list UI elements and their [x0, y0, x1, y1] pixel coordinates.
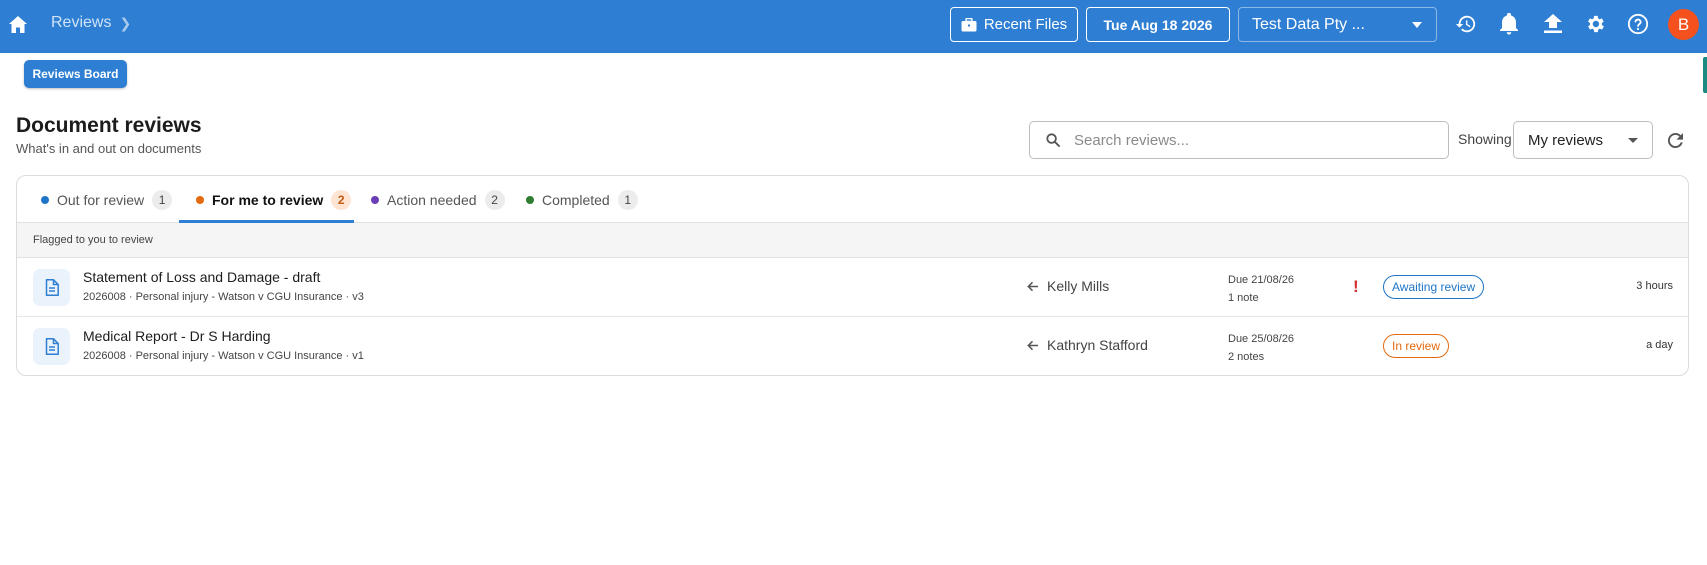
settings-gear-icon[interactable]: [1583, 12, 1607, 36]
tab-out-for-review[interactable]: Out for review 1: [41, 176, 173, 223]
caret-down-icon: [1412, 22, 1422, 28]
status-badge: In review: [1383, 334, 1450, 358]
notifications-bell-icon[interactable]: [1497, 12, 1521, 36]
briefcase-icon: [961, 17, 977, 31]
document-meta: 2026008 · Personal injury - Watson v CGU…: [83, 291, 364, 303]
top-app-bar: Reviews ❯ Recent Files Tue Aug 18 2026 T…: [0, 0, 1707, 53]
reviews-panel: Out for review 1 For me to review 2 Acti…: [16, 175, 1689, 376]
showing-label: Showing: [1458, 131, 1512, 147]
due-info: Due 21/08/26 1 note: [1228, 271, 1294, 307]
arrow-left-icon: [1027, 340, 1038, 350]
side-drawer-handle[interactable]: [1703, 57, 1707, 93]
active-tab-indicator: [179, 220, 354, 223]
reviews-board-button[interactable]: Reviews Board: [24, 60, 127, 88]
due-info: Due 25/08/26 2 notes: [1228, 330, 1294, 366]
recent-files-label: Recent Files: [983, 16, 1068, 33]
search-icon: [1046, 133, 1060, 147]
tab-completed[interactable]: Completed 1: [526, 176, 638, 223]
notes-count: 1 note: [1228, 292, 1259, 304]
search-field[interactable]: [1029, 121, 1449, 159]
status-badge: Awaiting review: [1383, 275, 1485, 299]
document-icon: [33, 269, 70, 306]
tab-label: Out for review: [57, 191, 145, 208]
row-age: 3 hours: [1636, 280, 1673, 292]
row-age: a day: [1646, 339, 1673, 351]
status-dot: [371, 195, 379, 204]
tab-label: Completed: [542, 191, 610, 208]
tab-count-badge: 1: [152, 189, 173, 210]
due-date: Due 25/08/26: [1228, 333, 1295, 345]
arrow-left-icon: [1027, 281, 1038, 291]
due-date: Due 21/08/26: [1228, 274, 1295, 286]
document-icon: [33, 328, 70, 365]
date-button[interactable]: Tue Aug 18 2026: [1086, 7, 1230, 42]
user-avatar[interactable]: B: [1668, 9, 1699, 40]
tab-label: Action needed: [387, 191, 477, 208]
breadcrumb-reviews[interactable]: Reviews: [51, 14, 111, 32]
status-dot: [196, 195, 204, 204]
review-tabs: Out for review 1 For me to review 2 Acti…: [17, 176, 1688, 223]
upload-icon[interactable]: [1541, 12, 1565, 36]
notes-count: 2 notes: [1228, 351, 1265, 363]
review-from: Kelly Mills: [1027, 278, 1109, 294]
table-row[interactable]: Medical Report - Dr S Harding 2026008 · …: [17, 317, 1688, 375]
tab-count-badge: 2: [331, 189, 352, 210]
recent-files-button[interactable]: Recent Files: [950, 7, 1078, 42]
chevron-right-icon: ❯: [119, 14, 132, 31]
review-from: Kathryn Stafford: [1027, 337, 1148, 353]
status-dot: [526, 195, 534, 204]
company-label: Test Data Pty ...: [1252, 15, 1365, 33]
home-icon[interactable]: [6, 12, 30, 36]
tab-label: For me to review: [212, 191, 324, 208]
document-title[interactable]: Medical Report - Dr S Harding: [83, 328, 271, 344]
company-select[interactable]: Test Data Pty ...: [1238, 7, 1437, 42]
showing-filter-select[interactable]: My reviews: [1513, 121, 1653, 159]
breadcrumb: Reviews ❯: [51, 14, 131, 32]
refresh-icon[interactable]: [1665, 130, 1685, 150]
showing-selected-value: My reviews: [1528, 131, 1604, 149]
help-icon[interactable]: [1626, 12, 1650, 36]
reviewer-name: Kathryn Stafford: [1047, 337, 1148, 353]
tab-count-badge: 2: [484, 189, 505, 210]
document-title[interactable]: Statement of Loss and Damage - draft: [83, 269, 320, 285]
history-icon[interactable]: [1454, 12, 1478, 36]
reviewer-name: Kelly Mills: [1047, 278, 1110, 294]
tab-action-needed[interactable]: Action needed 2: [371, 176, 505, 223]
page-title: Document reviews: [16, 114, 202, 137]
section-header: Flagged to you to review: [17, 223, 1688, 258]
document-meta: 2026008 · Personal injury - Watson v CGU…: [83, 350, 364, 362]
status-dot: [41, 195, 49, 204]
tab-for-me-to-review[interactable]: For me to review 2: [196, 176, 352, 223]
tab-count-badge: 1: [617, 189, 638, 210]
page-subtitle: What's in and out on documents: [16, 141, 202, 156]
date-label: Tue Aug 18 2026: [1103, 16, 1213, 33]
table-row[interactable]: Statement of Loss and Damage - draft 202…: [17, 258, 1688, 317]
urgent-flag-icon: !: [1353, 277, 1359, 296]
caret-down-icon: [1628, 138, 1638, 143]
search-input[interactable]: [1072, 130, 1432, 150]
